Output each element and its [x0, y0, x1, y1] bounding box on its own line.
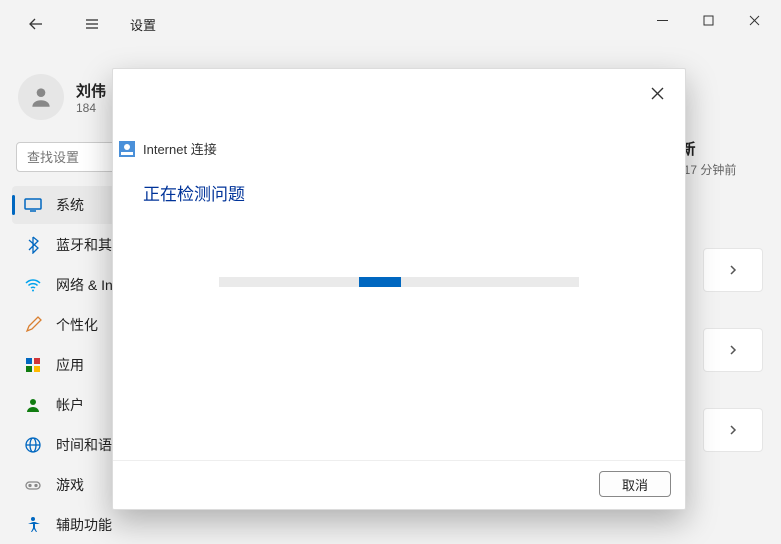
network-diag-icon: [119, 141, 135, 157]
progress-bar: [219, 277, 579, 287]
dialog-heading: 正在检测问题: [143, 180, 655, 205]
dialog-footer: 取消: [113, 460, 685, 509]
cancel-button[interactable]: 取消: [599, 471, 671, 497]
dialog-close-button[interactable]: [643, 79, 671, 107]
dialog-titlebar: [113, 69, 685, 107]
troubleshooter-dialog: Internet 连接 正在检测问题 取消: [112, 68, 686, 510]
dialog-title: Internet 连接: [143, 139, 217, 158]
progress-indicator: [359, 277, 401, 287]
dialog-backdrop: Internet 连接 正在检测问题 取消: [0, 0, 781, 543]
dialog-title-row: Internet 连接: [113, 139, 685, 158]
dialog-body: 正在检测问题: [113, 158, 685, 460]
